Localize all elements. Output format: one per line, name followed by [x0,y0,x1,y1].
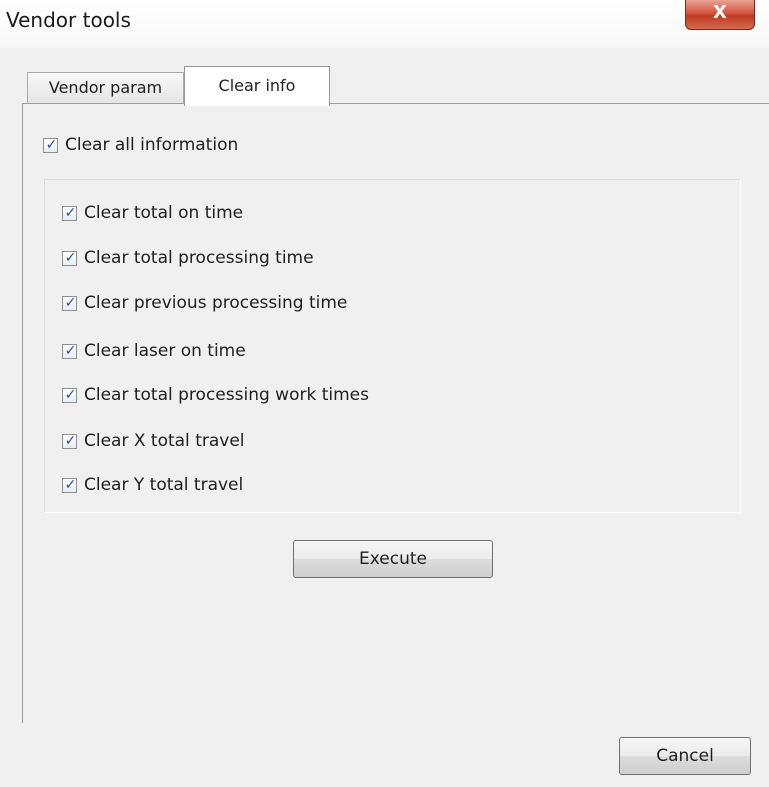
execute-button[interactable]: Execute [293,540,493,578]
option-label: Clear X total travel [84,431,245,451]
title-bar[interactable]: Vendor tools X [0,0,769,48]
clear-total-processing-time-checkbox[interactable]: ✓ Clear total processing time [62,247,314,269]
option-label: Clear laser on time [84,341,246,361]
clear-laser-on-time-checkbox[interactable]: ✓ Clear laser on time [62,340,246,362]
cancel-button[interactable]: Cancel [619,737,751,775]
clear-y-total-travel-checkbox[interactable]: ✓ Clear Y total travel [62,474,243,496]
checkbox-box[interactable]: ✓ [62,342,77,359]
checkbox-box[interactable]: ✓ [62,476,77,493]
clear-x-total-travel-checkbox[interactable]: ✓ Clear X total travel [62,430,245,452]
check-icon: ✓ [64,432,77,449]
tab-vendor-param[interactable]: Vendor param [27,72,184,104]
tab-clear-info[interactable]: Clear info [184,66,330,106]
clear-total-on-time-checkbox[interactable]: ✓ Clear total on time [62,202,243,224]
check-icon: ✓ [64,342,77,359]
clear-info-panel: ✓ Clear all information ✓ Clear total on… [22,103,769,723]
option-label: Clear previous processing time [84,293,348,313]
check-icon: ✓ [64,204,77,221]
clear-total-processing-work-times-checkbox[interactable]: ✓ Clear total processing work times [62,384,369,406]
option-label: Clear total processing work times [84,385,369,405]
close-icon: X [713,2,727,23]
checkbox-box[interactable]: ✓ [62,249,77,266]
option-label: Clear total on time [84,203,244,223]
window-title: Vendor tools [6,8,131,32]
check-icon: ✓ [64,249,77,266]
clear-all-checkbox[interactable]: ✓ Clear all information [43,134,238,156]
option-label: Clear total processing time [84,248,314,268]
check-icon: ✓ [64,386,77,403]
vendor-tools-dialog: Vendor tools X Vendor param Clear info ✓… [0,0,769,787]
checkbox-box[interactable]: ✓ [62,386,77,403]
clear-previous-processing-time-checkbox[interactable]: ✓ Clear previous processing time [62,292,347,314]
clear-all-label: Clear all information [65,135,239,155]
close-button[interactable]: X [685,0,755,30]
check-icon: ✓ [64,476,77,493]
checkbox-box[interactable]: ✓ [62,204,77,221]
option-label: Clear Y total travel [84,475,244,495]
check-icon: ✓ [45,136,58,153]
checkbox-box[interactable]: ✓ [62,432,77,449]
checkbox-box[interactable]: ✓ [62,294,77,311]
checkbox-box[interactable]: ✓ [43,136,58,153]
clear-options-group: ✓ Clear total on time ✓ Clear total proc… [44,179,741,513]
check-icon: ✓ [64,294,77,311]
